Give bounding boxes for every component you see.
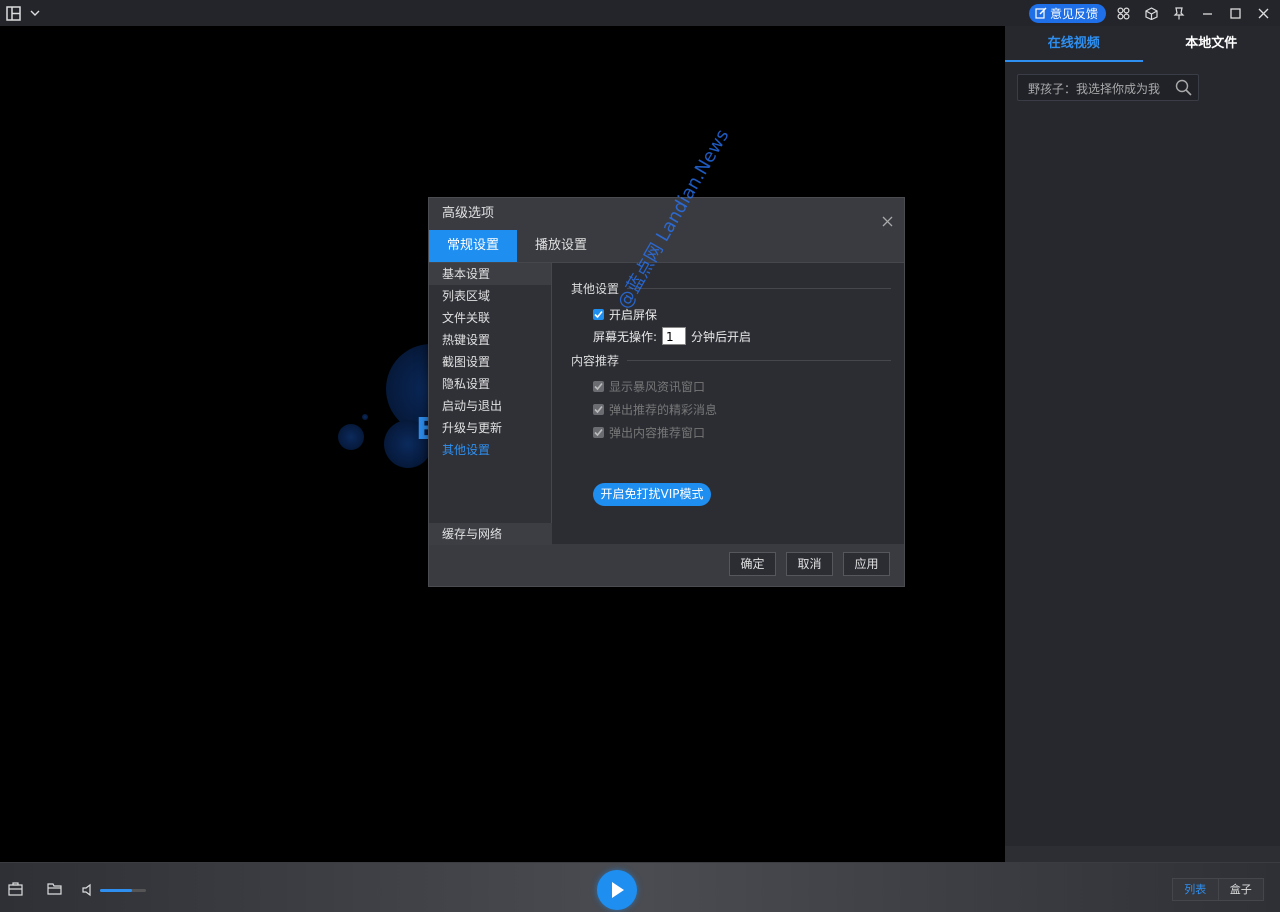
sidebar-footer [1005,846,1280,862]
nav-item-other[interactable]: 其他设置 [429,439,551,461]
recommend-option-1[interactable]: 显示暴风资讯窗口 [593,378,705,395]
search-input[interactable] [1028,79,1168,97]
settings-content: 其他设置 开启屏保 屏幕无操作: 1 分钟后开启 内容推荐 显示暴风资讯窗口 弹… [571,263,891,545]
recommend-checkbox-3[interactable] [593,427,604,438]
cube-icon[interactable] [1140,3,1162,23]
play-button[interactable] [597,870,637,910]
idle-minutes-input[interactable]: 1 [662,327,687,345]
dialog-title: 高级选项 [442,206,495,221]
recommend-checkbox-2[interactable] [593,404,604,415]
splash-bubble [338,424,364,450]
screensaver-checkbox[interactable] [593,309,604,320]
view-switch: 列表 盒子 [1172,878,1264,901]
search-box [1017,74,1199,101]
nav-item-list-area[interactable]: 列表区域 [429,285,551,307]
view-box-button[interactable]: 盒子 [1217,879,1264,900]
volume-level [100,889,133,892]
section-title: 内容推荐 [571,354,620,368]
search-icon[interactable] [1175,79,1192,100]
ok-button[interactable]: 确定 [729,552,776,576]
cancel-button[interactable]: 取消 [786,552,833,576]
nav-item-screenshot[interactable]: 截图设置 [429,351,551,373]
apply-button[interactable]: 应用 [843,552,890,576]
tab-general-settings[interactable]: 常规设置 [429,230,517,262]
feedback-label: 意见反馈 [1049,6,1098,21]
play-icon [612,882,624,898]
advanced-options-dialog: 高级选项 常规设置 播放设置 基本设置 列表区域 文件关联 热键设置 截图设置 … [428,197,905,587]
nav-item-file-association[interactable]: 文件关联 [429,307,551,329]
recommend-label-1: 显示暴风资讯窗口 [609,380,706,394]
recommend-label-3: 弹出内容推荐窗口 [609,426,706,440]
view-list-button[interactable]: 列表 [1173,879,1218,900]
idle-prefix: 屏幕无操作: [593,329,658,344]
playlist-sidebar: 在线视频 本地文件 [1005,26,1280,862]
close-icon[interactable] [1252,3,1274,23]
section-content-recommend: 内容推荐 [571,352,891,369]
recommend-option-2[interactable]: 弹出推荐的精彩消息 [593,401,717,418]
section-title: 其他设置 [571,282,620,296]
edit-icon [1035,7,1047,19]
idle-suffix: 分钟后开启 [691,329,752,344]
tab-local-files[interactable]: 本地文件 [1143,26,1280,62]
layout-icon[interactable] [4,4,22,22]
pin-icon[interactable] [1168,3,1190,23]
nav-item-privacy[interactable]: 隐私设置 [429,373,551,395]
nav-item-cache-network[interactable]: 缓存与网络 [429,523,552,545]
minimize-icon[interactable] [1196,3,1218,23]
volume-icon[interactable] [81,882,95,901]
splash-bubble [362,414,368,420]
recommend-checkbox-1[interactable] [593,381,604,392]
screensaver-option[interactable]: 开启屏保 [593,306,657,323]
idle-option: 屏幕无操作: 1 分钟后开启 [593,327,751,345]
nav-item-startup-exit[interactable]: 启动与退出 [429,395,551,417]
feedback-button[interactable]: 意见反馈 [1028,3,1106,23]
nav-item-basic[interactable]: 基本设置 [429,263,551,285]
tab-playback-settings[interactable]: 播放设置 [517,230,605,262]
vip-mode-button[interactable]: 开启免打扰VIP模式 [593,483,711,506]
volume-slider[interactable] [100,889,146,892]
nav-item-upgrade[interactable]: 升级与更新 [429,417,551,439]
title-bar: 意见反馈 [0,0,1280,26]
nav-item-hotkeys[interactable]: 热键设置 [429,329,551,351]
tab-online-video[interactable]: 在线视频 [1005,26,1143,62]
apps-icon[interactable] [1112,3,1134,23]
toolbox-icon[interactable] [8,881,23,900]
maximize-icon[interactable] [1224,3,1246,23]
recommend-option-3[interactable]: 弹出内容推荐窗口 [593,424,705,441]
screensaver-label: 开启屏保 [609,308,658,322]
chevron-down-icon[interactable] [26,4,44,22]
recommend-label-2: 弹出推荐的精彩消息 [609,403,718,417]
open-folder-icon[interactable] [47,881,63,900]
section-other-settings: 其他设置 [571,280,891,297]
control-bar: 列表 盒子 [0,862,1280,912]
settings-nav: 基本设置 列表区域 文件关联 热键设置 截图设置 隐私设置 启动与退出 升级与更… [429,263,552,545]
